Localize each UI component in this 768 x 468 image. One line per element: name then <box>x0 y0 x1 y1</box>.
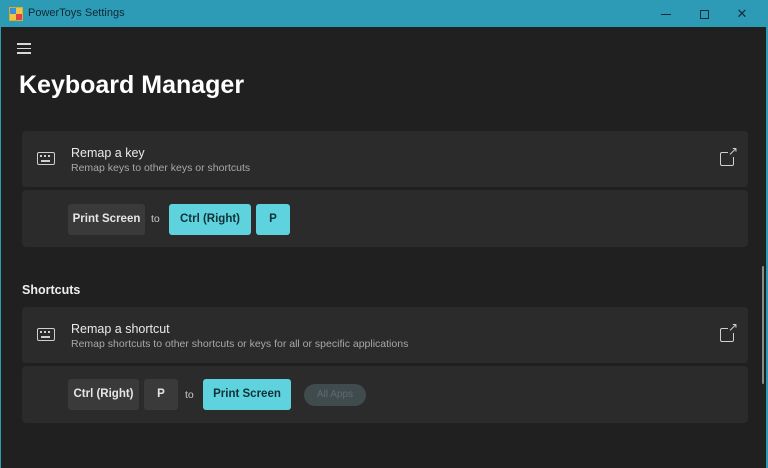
key-ctrl-right: Ctrl (Right) <box>169 204 251 235</box>
key-ctrl-right: Ctrl (Right) <box>68 379 139 410</box>
remap-key-description: Remap keys to other keys or shortcuts <box>71 162 251 174</box>
window-title: PowerToys Settings <box>28 7 125 19</box>
minimize-button[interactable] <box>649 1 683 27</box>
to-label: to <box>151 213 160 225</box>
remap-key-title: Remap a key <box>71 146 145 160</box>
remap-key-mapping-row: Print Screen to Ctrl (Right) P <box>22 190 748 247</box>
page-title: Keyboard Manager <box>19 71 245 99</box>
maximize-button[interactable] <box>687 1 721 27</box>
app-scope-pill: All Apps <box>304 384 366 406</box>
open-external-icon[interactable] <box>720 321 738 342</box>
remap-shortcut-card[interactable]: Remap a shortcut Remap shortcuts to othe… <box>22 307 748 363</box>
remap-key-card[interactable]: Remap a key Remap keys to other keys or … <box>22 131 748 187</box>
keyboard-icon <box>37 152 55 165</box>
powertoys-app-icon <box>9 7 23 21</box>
key-print-screen: Print Screen <box>203 379 291 410</box>
remap-shortcut-mapping-row: Ctrl (Right) P to Print Screen All Apps <box>22 366 748 423</box>
minimize-icon <box>661 14 671 16</box>
powertoys-window: PowerToys Settings ✕ Keyboard Manager Re… <box>1 1 766 468</box>
hamburger-menu-icon[interactable] <box>17 43 31 54</box>
to-label: to <box>185 389 194 401</box>
remap-shortcut-description: Remap shortcuts to other shortcuts or ke… <box>71 338 409 350</box>
close-button[interactable]: ✕ <box>725 1 759 27</box>
shortcuts-heading: Shortcuts <box>22 283 81 297</box>
maximize-icon <box>699 10 709 20</box>
remap-shortcut-title: Remap a shortcut <box>71 322 170 336</box>
title-bar[interactable]: PowerToys Settings ✕ <box>1 1 766 27</box>
vertical-scrollbar[interactable] <box>762 266 764 384</box>
key-p: P <box>256 204 290 235</box>
key-print-screen: Print Screen <box>68 204 145 235</box>
keyboard-icon <box>37 328 55 341</box>
open-external-icon[interactable] <box>720 145 738 166</box>
key-p: P <box>144 379 178 410</box>
